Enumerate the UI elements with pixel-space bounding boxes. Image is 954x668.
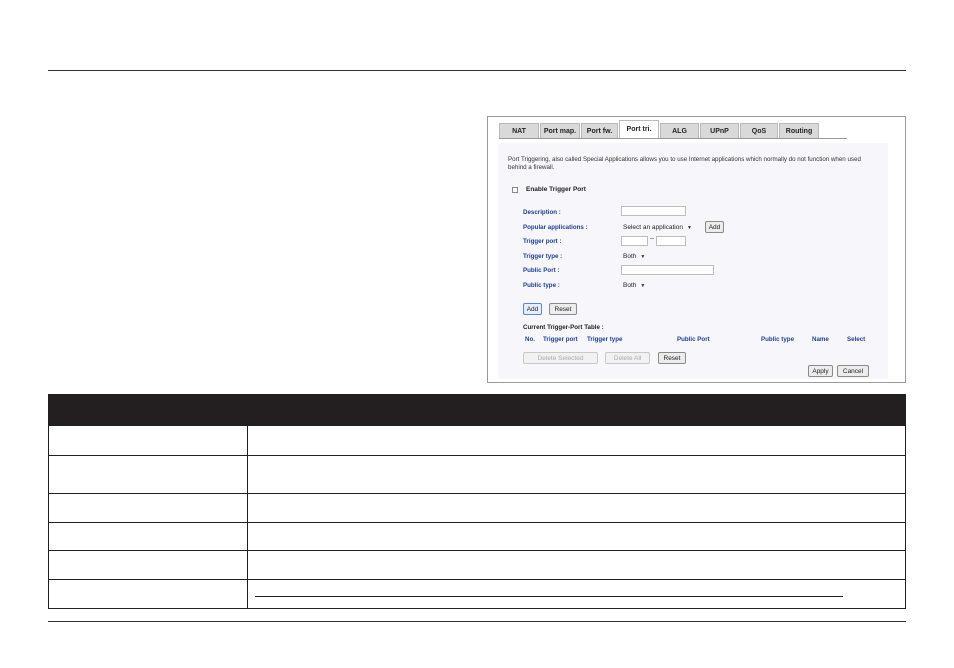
settings-table xyxy=(48,394,906,609)
enable-trigger-row[interactable]: Enable Trigger Port xyxy=(512,186,586,193)
public-type-value: Both xyxy=(623,282,637,289)
chevron-down-icon: ▼ xyxy=(640,282,646,289)
port-trigger-screenshot: NAT Port map. Port fw. Port tri. ALG UPn… xyxy=(487,116,906,383)
apply-button[interactable]: Apply xyxy=(808,365,833,377)
tab-alg[interactable]: ALG xyxy=(660,123,699,139)
tab-port-tri[interactable]: Port tri. xyxy=(619,120,659,139)
table-header-cell xyxy=(48,394,906,426)
tab-nat[interactable]: NAT xyxy=(499,123,539,139)
trigger-port-start-input[interactable] xyxy=(621,236,648,246)
table-cell xyxy=(247,550,906,580)
tab-routing[interactable]: Routing xyxy=(779,123,819,139)
popular-applications-value: Select an application xyxy=(623,224,683,231)
tab-upnp[interactable]: UPnP xyxy=(700,123,739,139)
table-row xyxy=(48,493,906,523)
table-cell xyxy=(247,579,906,609)
column-trigger-type: Trigger type xyxy=(587,336,623,343)
public-port-input[interactable] xyxy=(621,265,714,275)
trigger-table-title: Current Trigger-Port Table : xyxy=(523,324,604,331)
table-header xyxy=(48,394,906,426)
delete-selected-button[interactable]: Delete Selected xyxy=(523,352,598,364)
table-cell xyxy=(247,455,906,494)
table-cell xyxy=(48,579,248,609)
intro-text: Port Triggering, also called Special App… xyxy=(508,156,861,171)
table-row xyxy=(48,522,906,551)
trigger-type-select[interactable]: Both ▼ xyxy=(621,251,653,262)
tab-divider xyxy=(499,138,847,139)
table-reset-button[interactable]: Reset xyxy=(658,352,686,364)
table-row xyxy=(48,579,906,609)
table-row xyxy=(48,455,906,494)
trigger-port-end-input[interactable] xyxy=(656,236,686,246)
public-type-select[interactable]: Both ▼ xyxy=(621,280,653,291)
table-cell xyxy=(48,550,248,580)
tab-port-map[interactable]: Port map. xyxy=(540,123,580,139)
tab-bar: NAT Port map. Port fw. Port tri. ALG UPn… xyxy=(499,120,820,139)
table-cell xyxy=(48,455,248,494)
table-row xyxy=(48,550,906,580)
cancel-button[interactable]: Cancel xyxy=(837,365,869,377)
description-input[interactable] xyxy=(621,206,686,216)
table-cell xyxy=(247,493,906,523)
column-select: Select xyxy=(847,336,866,343)
enable-trigger-checkbox[interactable] xyxy=(512,186,518,193)
chevron-down-icon: ▼ xyxy=(687,224,692,231)
table-row xyxy=(48,425,906,456)
content-area xyxy=(498,143,888,379)
delete-all-button[interactable]: Delete All xyxy=(605,352,650,364)
table-cell xyxy=(247,522,906,551)
table-cell xyxy=(247,425,906,456)
column-name: Name xyxy=(812,336,829,343)
underline xyxy=(255,596,843,597)
trigger-type-value: Both xyxy=(623,253,637,260)
top-rule xyxy=(48,70,906,71)
add-button[interactable]: Add xyxy=(523,303,542,315)
description-label: Description : xyxy=(523,209,561,216)
popular-applications-select[interactable]: Select an application ▼ xyxy=(621,222,705,233)
chevron-down-icon: ▼ xyxy=(640,253,646,260)
reset-button[interactable]: Reset xyxy=(549,303,577,315)
column-no: No. xyxy=(525,336,535,343)
trigger-port-separator: – xyxy=(650,235,654,242)
public-type-label: Public type : xyxy=(523,282,560,289)
table-cell xyxy=(48,425,248,456)
public-port-label: Public Port : xyxy=(523,267,560,274)
table-cell xyxy=(48,522,248,551)
popular-add-button[interactable]: Add xyxy=(705,221,724,233)
trigger-type-label: Trigger type : xyxy=(523,253,563,260)
column-public-type: Public type xyxy=(761,336,795,343)
column-public-port: Public Port xyxy=(677,336,710,343)
bottom-rule xyxy=(48,621,906,622)
trigger-port-label: Trigger port : xyxy=(523,238,562,245)
popular-applications-label: Popular applications : xyxy=(523,224,588,231)
tab-port-fw[interactable]: Port fw. xyxy=(581,123,618,139)
column-trigger-port: Trigger port xyxy=(543,336,578,343)
table-cell xyxy=(48,493,248,523)
enable-trigger-label: Enable Trigger Port xyxy=(526,186,586,193)
tab-qos[interactable]: QoS xyxy=(740,123,778,139)
